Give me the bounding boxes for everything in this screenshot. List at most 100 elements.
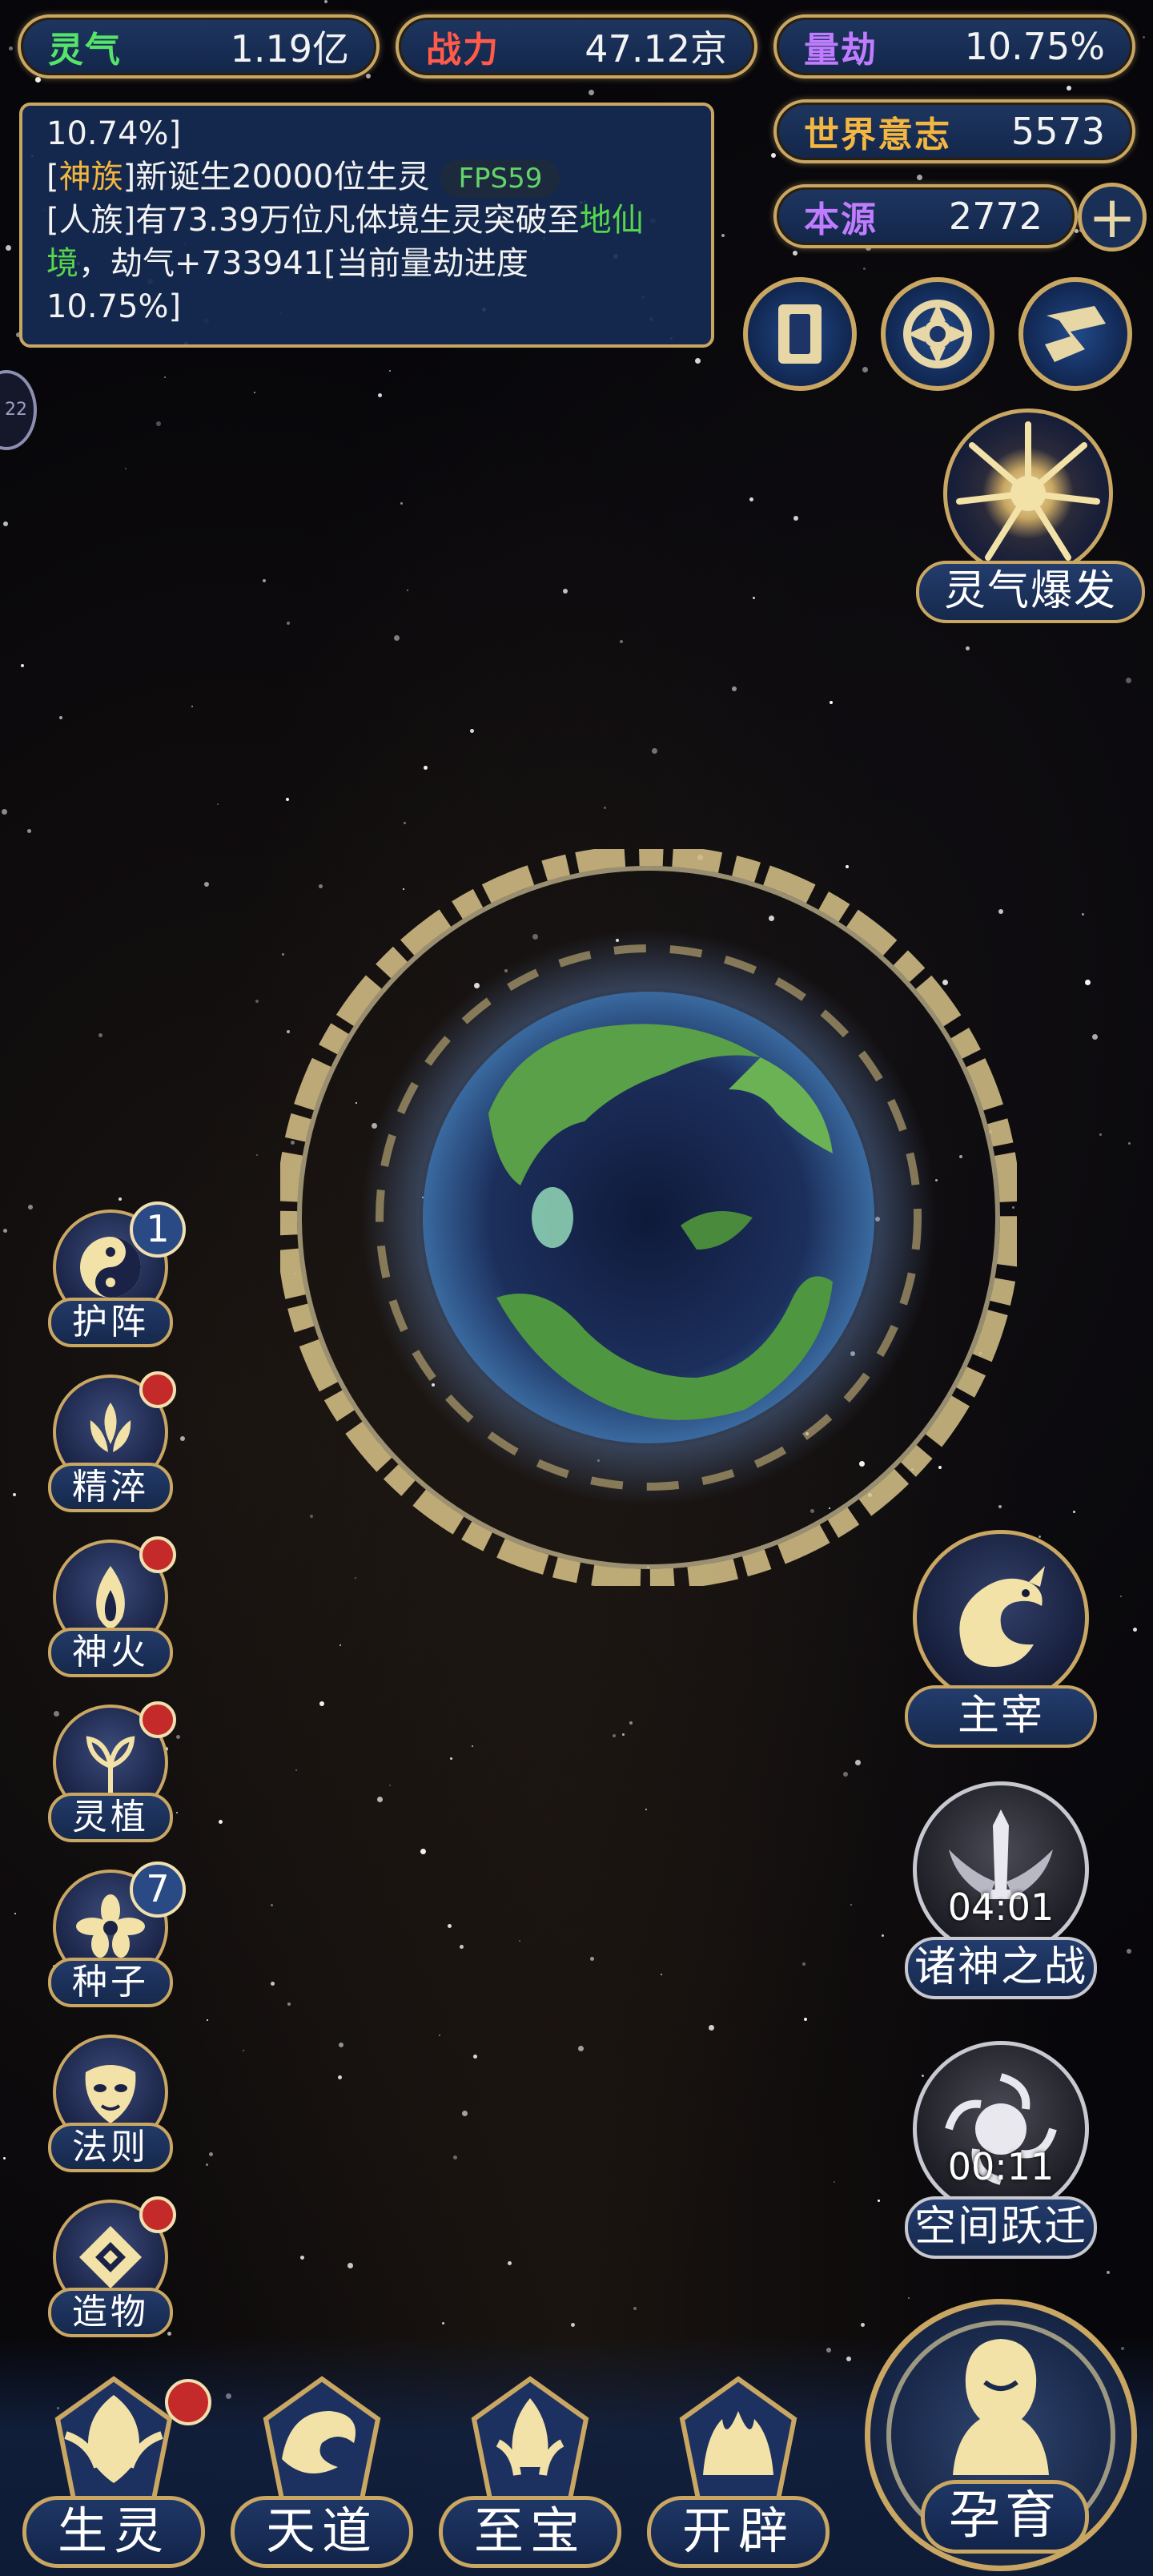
star [389,370,391,372]
star [802,1962,805,1966]
menu-zaowu[interactable]: 造物 [43,2196,178,2341]
vortex-button[interactable] [881,277,994,391]
star [2,809,7,815]
kongjian-yueqian-button[interactable]: 00:11 空间跃迁 [897,2041,1105,2273]
star [6,245,11,251]
zhuzai-disc [913,1530,1089,1706]
benyuan-bar[interactable]: 本源 2772 [773,184,1078,248]
star [1099,1133,1102,1136]
star [1085,980,1091,985]
shijie-yizhi-label: 世界意志 [804,115,951,155]
star [462,2111,468,2116]
zhushen-label: 诸神之战 [905,1937,1097,1999]
shenhuo-label: 神火 [48,1628,173,1677]
zhuzai-button[interactable]: 主宰 [897,1530,1105,1762]
kaipi-emblem [658,2363,818,2515]
star [652,748,657,754]
scroll-icon [1045,306,1106,362]
mountain-flame-icon [679,2376,797,2502]
menu-jingcui[interactable]: 精淬 [43,1371,178,1515]
yunyu-button[interactable]: 孕育 [865,2299,1137,2571]
star [695,358,701,364]
nav-zhibao[interactable]: 至宝 [434,2363,626,2571]
star [180,1436,185,1441]
tiandao-emblem [242,2363,402,2515]
star [286,798,289,801]
star [271,1982,275,1986]
star [855,1760,861,1765]
star [35,77,41,83]
mask-icon [85,2065,136,2123]
star [255,1000,259,1003]
star [863,268,866,270]
shijie-yizhi-bar[interactable]: 世界意志 5573 [773,99,1135,163]
event-log[interactable]: 10.74%] [神族]新诞生20000位生灵 FPS59 [人族]有73.39万… [19,103,714,348]
star [843,1772,848,1777]
huzhen-count-badge: 1 [130,1201,186,1258]
star [400,502,403,505]
benyuan-value: 2772 [948,195,1043,238]
star [862,367,868,372]
liangjie-bar[interactable]: 量劫 10.75% [773,14,1135,78]
vortex-icon [903,300,972,368]
lotus-flame-icon [90,1403,131,1452]
zhuzai-label: 主宰 [905,1685,1097,1748]
star [793,516,798,521]
zhushen-timer: 04:01 [947,1886,1055,1929]
dragon-icon [959,1566,1045,1667]
star [243,2050,244,2051]
star [407,590,408,591]
faze-label: 法则 [48,2123,173,2172]
shengling-alert-dot [165,2379,211,2425]
star [206,2163,208,2166]
nav-shengling[interactable]: 生灵 [18,2363,211,2571]
menu-zhongzi[interactable]: 种子 7 [43,1862,186,2010]
star [254,392,255,393]
lingqi-value: 1.19亿 [230,27,349,70]
scroll-button[interactable] [1018,277,1132,391]
star [878,2200,880,2202]
star [1133,1628,1137,1632]
diamond-icon [79,2226,142,2288]
star [378,393,382,397]
star [9,46,13,50]
menu-shenhuo[interactable]: 神火 [43,1536,178,1680]
star [300,2256,304,2260]
star [207,2019,208,2021]
star [453,2155,457,2159]
star [749,497,753,501]
star [156,421,161,426]
lingqi-burst-button[interactable]: 灵气爆发 [916,409,1145,641]
star [1107,2271,1110,2274]
shengling-emblem [34,2363,194,2515]
nav-tiandao[interactable]: 天道 [226,2363,418,2571]
lingqi-bar[interactable]: 灵气 1.19亿 [18,14,380,78]
star [191,706,193,707]
star [1073,1511,1075,1513]
nav-kaipi[interactable]: 开辟 [642,2363,834,2571]
zaowu-label: 造物 [48,2288,173,2337]
star [966,646,970,650]
zhanli-bar[interactable]: 战力 47.12京 [396,14,757,78]
add-benyuan-button[interactable]: + [1078,183,1147,252]
star [629,1721,633,1725]
star [28,1205,33,1210]
star [3,521,8,526]
log-text: 10.74%] [46,115,182,152]
world-planet[interactable] [276,845,1021,1590]
star [27,829,31,833]
star [1126,678,1131,683]
star [1082,913,1084,916]
menu-huzhen[interactable]: 护阵 1 [43,1201,186,1350]
star [793,251,797,256]
star [219,1820,223,1824]
zhongzi-label: 种子 [48,1958,173,2007]
zhushen-zhizhan-button[interactable]: 04:01 诸神之战 [897,1781,1105,2014]
kongjian-timer: 00:11 [947,2145,1055,2188]
star [460,1945,464,1949]
card-button[interactable] [743,277,857,391]
menu-faze[interactable]: 法则 [43,2035,178,2176]
shenhuo-alert-dot [139,1536,176,1573]
menu-lingzhi[interactable]: 灵植 [43,1701,178,1845]
star [1128,1142,1131,1145]
